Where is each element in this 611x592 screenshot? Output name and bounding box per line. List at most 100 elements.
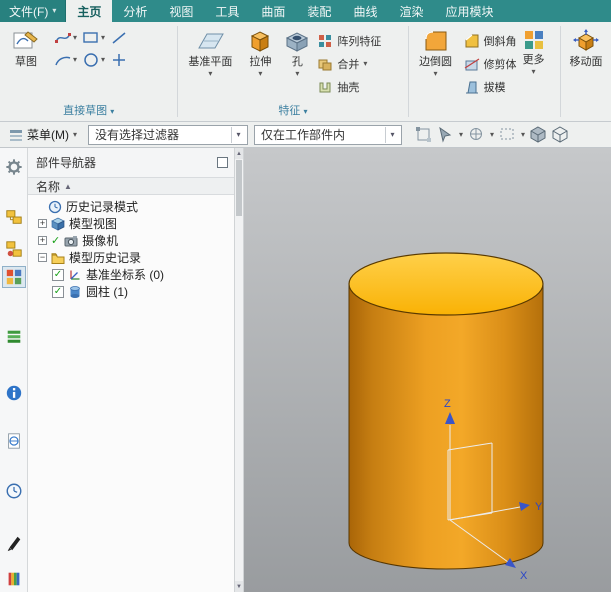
rectangle-button[interactable]: ▾ bbox=[81, 29, 106, 47]
tree-item-datum-csys[interactable]: ✓ 基准坐标系 (0) bbox=[28, 266, 234, 283]
tree-item-history-mode[interactable]: 历史记录模式 bbox=[28, 198, 234, 215]
folder-icon bbox=[51, 251, 65, 265]
tree-item-cameras[interactable]: + ✓ 摄像机 bbox=[28, 232, 234, 249]
viewport-canvas: Z Y X bbox=[244, 148, 611, 592]
scroll-down-icon[interactable]: ▼ bbox=[235, 581, 243, 592]
scrollbar-thumb[interactable] bbox=[236, 160, 242, 216]
cylinder-solid[interactable] bbox=[349, 253, 543, 569]
ribbon-tab-bar: 文件(F) ▾ 主页 分析 视图 工具 曲面 装配 曲线 渲染 应用模块 bbox=[0, 0, 611, 22]
extrude-button[interactable]: 拉伸 ▾ bbox=[239, 25, 281, 78]
cylinder-body-face[interactable] bbox=[349, 284, 543, 569]
selection-filter-dropdown[interactable]: 没有选择过滤器 ▾ bbox=[88, 125, 248, 145]
file-menu-button[interactable]: 文件(F) ▾ bbox=[0, 0, 66, 22]
orient-view-button[interactable] bbox=[414, 125, 433, 144]
navigator-scrollbar[interactable]: ▲ ▼ bbox=[234, 148, 244, 592]
caret-down-button[interactable]: ▾ bbox=[489, 130, 495, 140]
wireframe-view-button[interactable] bbox=[551, 125, 570, 144]
caret-down-button[interactable]: ▾ bbox=[458, 130, 464, 140]
history-mode-clock-icon bbox=[48, 200, 62, 214]
plus-icon bbox=[110, 52, 128, 68]
graphics-viewport[interactable]: Z Y X bbox=[244, 148, 611, 592]
trim-body-button[interactable]: 修剪体 bbox=[464, 54, 517, 74]
expander-plus-icon[interactable]: + bbox=[38, 236, 47, 245]
unite-button[interactable]: 合并 ▾ bbox=[317, 54, 381, 74]
sketch-button[interactable]: 草图 bbox=[3, 25, 49, 68]
tab-assemblies[interactable]: 装配 bbox=[296, 0, 342, 22]
edge-blend-button[interactable]: 边倒圆 ▾ bbox=[412, 25, 460, 78]
chamfer-button[interactable]: 倒斜角 bbox=[464, 31, 517, 51]
circle-button[interactable]: ▾ bbox=[81, 51, 106, 69]
datum-plane-button[interactable]: 基准平面 ▾ bbox=[181, 25, 239, 78]
constraint-navigator-button[interactable] bbox=[2, 238, 26, 260]
system-materials-button[interactable] bbox=[2, 568, 26, 590]
menu-icon bbox=[9, 128, 23, 142]
caret-down-icon: ▾ bbox=[231, 127, 245, 143]
group-label-direct-sketch[interactable]: 直接草图 ▾ bbox=[0, 104, 177, 121]
caret-down-icon: ▾ bbox=[521, 131, 525, 139]
checkbox-checked-icon[interactable]: ✓ bbox=[52, 269, 64, 281]
hole-button[interactable]: 孔 ▾ bbox=[281, 25, 313, 78]
resource-settings-button[interactable] bbox=[2, 156, 26, 178]
point-snap-icon bbox=[468, 126, 485, 143]
blend-small-buttons: 倒斜角 修剪体 拔模 bbox=[460, 25, 517, 97]
tab-analysis[interactable]: 分析 bbox=[112, 0, 158, 22]
cylinder-feature-icon bbox=[68, 285, 82, 299]
group-label-blend bbox=[409, 104, 560, 121]
move-face-button[interactable]: 移动面 bbox=[564, 25, 608, 68]
expander-plus-icon[interactable]: + bbox=[38, 219, 47, 228]
check-icon: ✓ bbox=[51, 234, 60, 247]
caret-down-icon: ▾ bbox=[73, 56, 77, 64]
cylinder-top-face[interactable] bbox=[349, 253, 543, 315]
reuse-library-button[interactable] bbox=[2, 326, 26, 348]
assembly-navigator-icon bbox=[5, 208, 23, 226]
sketch-button-label: 草图 bbox=[15, 56, 37, 68]
column-name-label: 名称 bbox=[36, 178, 60, 195]
expander-minus-icon[interactable]: − bbox=[38, 253, 47, 262]
shell-button[interactable]: 抽壳 bbox=[317, 77, 381, 97]
caret-down-icon: ▾ bbox=[101, 34, 105, 42]
part-navigator-button[interactable] bbox=[2, 266, 26, 288]
group-label-feature[interactable]: 特征 ▾ bbox=[178, 104, 407, 121]
tab-render[interactable]: 渲染 bbox=[388, 0, 434, 22]
tab-view[interactable]: 视图 bbox=[158, 0, 204, 22]
caret-down-icon: ▾ bbox=[434, 70, 438, 78]
caret-down-button[interactable]: ▾ bbox=[520, 130, 526, 140]
pattern-feature-button[interactable]: 阵列特征 bbox=[317, 31, 381, 51]
arc-button[interactable]: ▾ bbox=[53, 51, 78, 69]
roles-palette-button[interactable] bbox=[2, 532, 26, 554]
more-button[interactable]: 更多 ▾ bbox=[517, 25, 551, 76]
snap-point-button[interactable] bbox=[436, 125, 455, 144]
navigator-column-header[interactable]: 名称 ▲ bbox=[28, 178, 234, 195]
assembly-navigator-button[interactable] bbox=[2, 206, 26, 228]
tree-item-model-history[interactable]: − 模型历史记录 bbox=[28, 249, 234, 266]
sketch-icon bbox=[12, 28, 40, 54]
hd3d-tools-button[interactable] bbox=[2, 382, 26, 404]
checkbox-checked-icon[interactable]: ✓ bbox=[52, 286, 64, 298]
shaded-view-button[interactable] bbox=[529, 125, 548, 144]
tab-surface[interactable]: 曲面 bbox=[250, 0, 296, 22]
tab-tools[interactable]: 工具 bbox=[204, 0, 250, 22]
tab-application[interactable]: 应用模块 bbox=[434, 0, 504, 22]
lasso-select-icon bbox=[499, 126, 516, 143]
tab-curve[interactable]: 曲线 bbox=[342, 0, 388, 22]
caret-down-icon: ▾ bbox=[490, 131, 494, 139]
point-button[interactable] bbox=[109, 51, 129, 69]
draft-button[interactable]: 拔模 bbox=[464, 77, 517, 97]
ribbon-group-synchronous: 移动面 bbox=[561, 22, 611, 121]
web-browser-button[interactable] bbox=[2, 430, 26, 452]
spline-icon bbox=[54, 30, 72, 46]
undock-panel-button[interactable] bbox=[217, 157, 228, 168]
tree-item-cylinder[interactable]: ✓ 圆柱 (1) bbox=[28, 283, 234, 300]
line-button[interactable] bbox=[109, 29, 129, 47]
nx-application-window: 文件(F) ▾ 主页 分析 视图 工具 曲面 装配 曲线 渲染 应用模块 草图 bbox=[0, 0, 611, 592]
lasso-select-button[interactable] bbox=[498, 125, 517, 144]
gear-icon bbox=[5, 158, 23, 176]
tree-item-model-views[interactable]: + 模型视图 bbox=[28, 215, 234, 232]
studio-spline-button[interactable]: ▾ bbox=[53, 29, 78, 47]
point-snap-button[interactable] bbox=[467, 125, 486, 144]
scroll-up-icon[interactable]: ▲ bbox=[235, 148, 243, 159]
menu-button[interactable]: 菜单(M) ▾ bbox=[4, 124, 82, 145]
history-palette-button[interactable] bbox=[2, 480, 26, 502]
tab-home[interactable]: 主页 bbox=[66, 0, 112, 22]
selection-scope-dropdown[interactable]: 仅在工作部件内 ▾ bbox=[254, 125, 402, 145]
